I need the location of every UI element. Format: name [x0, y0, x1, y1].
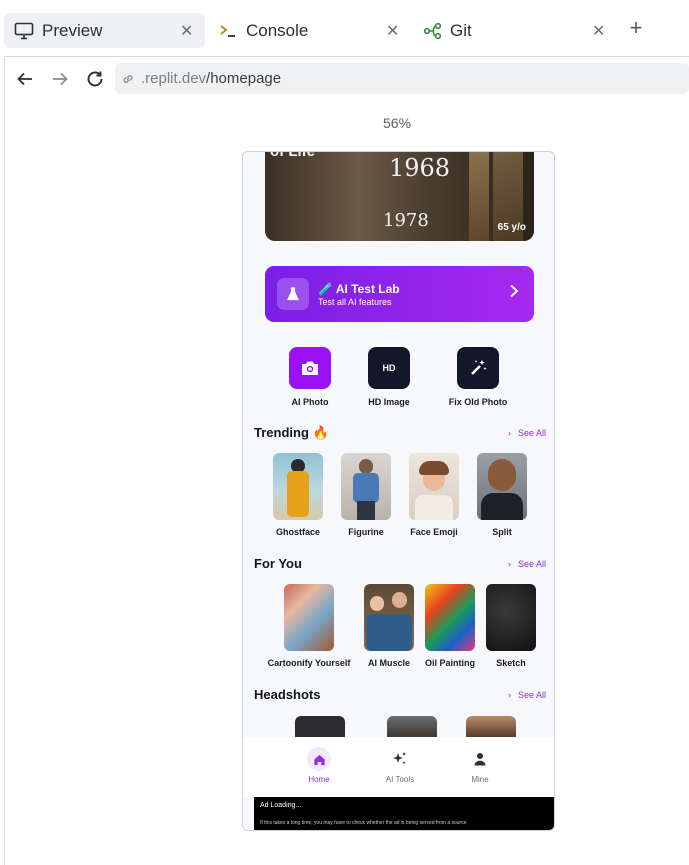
- style-card-split[interactable]: Split: [476, 453, 528, 537]
- chevron-right-icon: ›: [507, 559, 511, 569]
- chevron-right-icon: [508, 284, 520, 303]
- style-label: Cartoonify Yourself: [267, 658, 351, 668]
- style-card-ai-muscle[interactable]: AI Muscle: [363, 584, 415, 668]
- section-title: For You: [254, 556, 302, 571]
- ai-test-lab-banner[interactable]: 🧪 AI Test Lab Test all AI features: [265, 266, 534, 322]
- home-icon: [307, 747, 331, 771]
- url-host: .replit.dev: [141, 70, 207, 87]
- style-thumbnail: [284, 584, 334, 651]
- style-card-oil-painting[interactable]: Oil Painting: [424, 584, 476, 668]
- ad-banner[interactable]: Ad Loading... If this takes a long time,…: [254, 797, 554, 830]
- tool-ai-photo[interactable]: AI Photo: [265, 347, 355, 407]
- tab-git[interactable]: Git ✕: [412, 13, 612, 48]
- tool-label: HD Image: [368, 397, 410, 407]
- url-bar[interactable]: .replit.dev /homepage: [115, 63, 689, 94]
- terminal-icon: [218, 21, 238, 41]
- section-headshots: Headshots › See All: [254, 687, 546, 705]
- back-button[interactable]: [15, 69, 35, 89]
- app-tab-home[interactable]: Home: [289, 747, 349, 784]
- browser-nav-bar: .replit.dev /homepage: [5, 57, 689, 101]
- app-viewport[interactable]: of Life 1968 1978 65 y/o 🧪 AI Test Lab T…: [242, 151, 555, 831]
- style-thumbnail: [364, 584, 414, 651]
- see-all-label: See All: [517, 428, 546, 438]
- tab-label: Mine: [471, 775, 489, 784]
- section-for-you: For You › See All: [254, 556, 546, 574]
- style-label: AI Muscle: [367, 658, 410, 668]
- see-all-link[interactable]: › See All: [508, 428, 546, 438]
- tab-label: Preview: [42, 20, 103, 40]
- app-tab-ai-tools[interactable]: AI Tools: [370, 747, 430, 784]
- tool-fix-old-photo[interactable]: Fix Old Photo: [433, 347, 523, 407]
- tab-label: Git: [450, 20, 472, 40]
- section-title: Trending 🔥: [254, 425, 329, 440]
- chevron-right-icon: ›: [507, 428, 511, 438]
- see-all-link[interactable]: › See All: [508, 690, 546, 700]
- link-icon: [121, 72, 139, 86]
- style-label: Face Emoji: [410, 527, 458, 537]
- hero-year-bottom: 1978: [383, 210, 429, 231]
- style-thumbnail: [486, 584, 536, 651]
- style-card-ghostface[interactable]: Ghostface: [272, 453, 324, 537]
- close-icon[interactable]: ✕: [180, 21, 193, 41]
- close-icon[interactable]: ✕: [592, 21, 605, 41]
- style-thumbnail: [409, 453, 459, 520]
- tab-preview[interactable]: Preview ✕: [4, 13, 205, 48]
- banner-title: 🧪 AI Test Lab: [318, 281, 400, 296]
- style-label: Sketch: [496, 658, 526, 668]
- style-card-sketch[interactable]: Sketch: [485, 584, 537, 668]
- style-thumbnail: [273, 453, 323, 520]
- style-card-face-emoji[interactable]: Face Emoji: [408, 453, 460, 537]
- see-all-label: See All: [517, 690, 546, 700]
- tool-hd-image[interactable]: HD HD Image: [344, 347, 434, 407]
- style-thumbnail: [477, 453, 527, 520]
- monitor-icon: [14, 21, 34, 41]
- section-trending: Trending 🔥 › See All: [254, 425, 546, 443]
- style-label: Ghostface: [275, 527, 320, 537]
- tab-label: AI Tools: [385, 775, 415, 784]
- forward-button[interactable]: [50, 69, 70, 89]
- preview-pane: .replit.dev /homepage 56% of Life 1968 1…: [4, 56, 689, 865]
- style-thumbnail: [341, 453, 391, 520]
- tab-console[interactable]: Console ✕: [208, 13, 408, 48]
- hd-icon: HD: [368, 347, 410, 389]
- flask-icon: [277, 278, 309, 310]
- zoom-value: 56%: [383, 115, 412, 131]
- chevron-right-icon: ›: [507, 690, 511, 700]
- hero-year-top: 1968: [389, 154, 451, 182]
- app-tab-mine[interactable]: Mine: [450, 747, 510, 784]
- style-card-figurine[interactable]: Figurine: [340, 453, 392, 537]
- app-tab-bar: Home AI Tools Mine: [243, 737, 554, 797]
- tab-label: Home: [308, 775, 330, 784]
- tool-label: Fix Old Photo: [448, 397, 508, 407]
- git-branch-icon: [422, 21, 442, 41]
- tab-label: Console: [246, 20, 309, 40]
- camera-icon: [289, 347, 331, 389]
- bookshelf-decor: [469, 152, 489, 241]
- close-icon[interactable]: ✕: [386, 21, 399, 41]
- hero-partial-text: of Life: [270, 152, 315, 160]
- style-label: Oil Painting: [424, 658, 475, 668]
- hero-image[interactable]: of Life 1968 1978 65 y/o: [265, 152, 534, 241]
- magic-wand-icon: [457, 347, 499, 389]
- ad-subtitle: If this takes a long time, you may have …: [260, 820, 467, 826]
- style-thumbnail: [425, 584, 475, 651]
- ide-tab-strip: Preview ✕ Console ✕ Git ✕ +: [0, 0, 689, 56]
- see-all-link[interactable]: › See All: [508, 559, 546, 569]
- see-all-label: See All: [517, 559, 546, 569]
- style-label: Split: [492, 527, 512, 537]
- sparkles-icon: [388, 747, 412, 771]
- reload-button[interactable]: [85, 69, 105, 89]
- ad-title: Ad Loading...: [260, 802, 302, 809]
- user-icon: [468, 747, 492, 771]
- style-label: Figurine: [348, 527, 384, 537]
- url-path: /homepage: [206, 70, 282, 87]
- hero-age-label: 65 y/o: [497, 222, 526, 233]
- new-tab-button[interactable]: +: [625, 17, 647, 40]
- section-title: Headshots: [254, 687, 321, 702]
- banner-subtitle: Test all AI features: [318, 296, 392, 307]
- tool-label: AI Photo: [291, 397, 329, 407]
- style-card-cartoonify[interactable]: Cartoonify Yourself: [268, 584, 350, 668]
